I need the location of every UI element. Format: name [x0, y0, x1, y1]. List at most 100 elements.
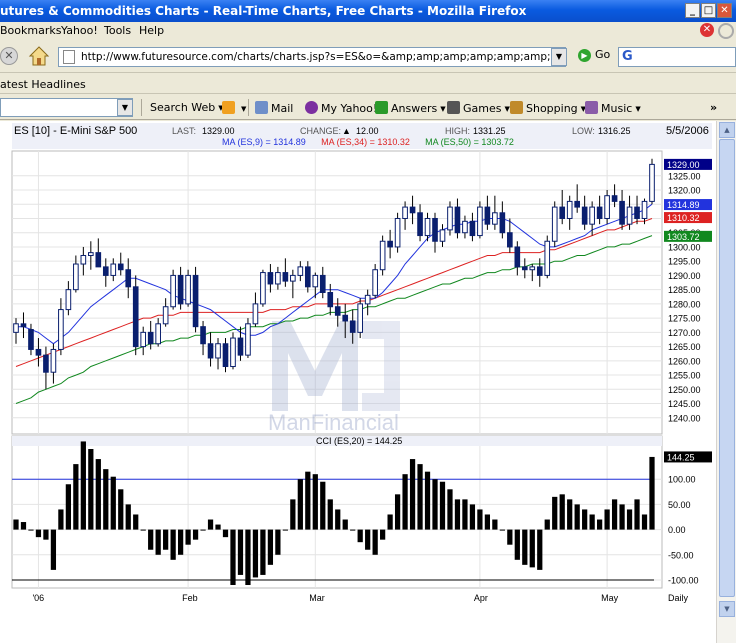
cci-title: CCI (ES,20) = 144.25	[316, 436, 402, 446]
candle-up	[312, 274, 319, 288]
candle-down	[125, 269, 132, 288]
cci-bar	[13, 519, 19, 530]
bookmark-latest-headlines[interactable]: atest Headlines	[0, 78, 86, 91]
minimize-button[interactable]: _	[685, 3, 700, 18]
price-tick-label: 1325.00	[668, 171, 701, 181]
url-dropdown-button[interactable]: ▼	[551, 48, 567, 66]
search-input[interactable]: G	[618, 47, 736, 67]
cci-bar	[80, 441, 86, 530]
candle-down	[469, 220, 476, 237]
cci-bar	[357, 529, 363, 543]
candle-up	[589, 206, 595, 225]
candle-up	[529, 266, 536, 271]
cci-bar	[297, 479, 303, 530]
vertical-scrollbar[interactable]: ▲ ▼	[716, 121, 736, 643]
url-input[interactable]: http://www.futuresource.com/charts/chart…	[58, 47, 566, 67]
candle-down	[559, 206, 566, 219]
cci-bar	[424, 471, 431, 530]
cci-bar	[387, 514, 393, 530]
go-button[interactable]: ▶ Go	[578, 48, 610, 62]
watermark-text: ManFinancial	[268, 410, 399, 435]
cci-bar	[350, 529, 356, 531]
last-label: LAST:	[172, 126, 196, 136]
mail-button[interactable]: Mail	[255, 101, 293, 115]
price-tick-label: 1280.00	[668, 299, 701, 309]
candle-up	[245, 323, 251, 356]
date-tick-label: Apr	[474, 593, 488, 603]
cci-bar	[118, 489, 124, 530]
shopping-label: Shopping	[526, 102, 578, 115]
my-yahoo-button[interactable]: My Yahoo!	[305, 101, 377, 115]
cci-bar	[634, 499, 640, 530]
home-icon[interactable]	[28, 45, 50, 67]
candle-down	[611, 195, 618, 202]
candle-up	[379, 240, 386, 271]
candle-down	[35, 348, 42, 356]
bookmarks-toolbar: atest Headlines	[0, 74, 736, 94]
cci-tick-label: -100.00	[668, 575, 699, 585]
close-button[interactable]: ✕	[717, 3, 732, 18]
menu-help[interactable]: Help	[139, 24, 164, 37]
answers-button[interactable]: Answers ▼	[375, 101, 446, 115]
music-button[interactable]: Music ▼	[585, 101, 641, 115]
candle-up	[364, 294, 371, 305]
low-value: 1316.25	[598, 126, 631, 136]
cci-bar	[58, 509, 64, 530]
music-icon	[585, 101, 598, 114]
menu-bar: Bookmarks Yahoo! Tools Help ✕	[0, 22, 736, 41]
legend-entry: MA (ES,50) = 1303.72	[425, 137, 514, 147]
toolbar-overflow-button[interactable]: »	[710, 101, 717, 114]
scroll-down-arrow-icon[interactable]: ▼	[719, 601, 735, 617]
scrollbar-thumb[interactable]	[719, 139, 735, 597]
yahoo-search-dropdown[interactable]: ▼	[117, 99, 133, 116]
search-web-button[interactable]: Search Web ▼	[150, 101, 224, 114]
menu-yahoo[interactable]: Yahoo!	[61, 24, 98, 37]
music-label: Music	[601, 102, 633, 115]
cci-bar	[73, 464, 79, 530]
candle-down	[282, 272, 289, 282]
high-value: 1331.25	[473, 126, 506, 136]
yahoo-search-input[interactable]	[0, 98, 133, 117]
url-text: http://www.futuresource.com/charts/chart…	[81, 51, 565, 63]
candle-up	[65, 289, 72, 311]
candle-down	[634, 206, 640, 219]
price-tick-label: 1240.00	[668, 413, 701, 423]
candle-down	[132, 286, 139, 348]
candle-down	[95, 252, 102, 268]
futures-chart: ES [10] - E-Mini S&P 500 LAST: 1329.00 C…	[0, 121, 716, 643]
menu-tools[interactable]: Tools	[104, 24, 131, 37]
candle-up	[185, 274, 191, 305]
candle-up	[439, 229, 446, 242]
cci-bar	[641, 514, 648, 530]
cci-bar	[342, 519, 348, 530]
cci-bar	[589, 514, 595, 530]
candle-down	[417, 212, 423, 237]
cci-bar	[559, 494, 565, 530]
cci-bar	[312, 474, 318, 530]
cci-bar	[35, 529, 42, 538]
cci-bar	[469, 504, 476, 530]
cci-bar	[110, 476, 116, 530]
candle-down	[596, 206, 603, 219]
cci-bar	[20, 522, 27, 530]
candle-up	[477, 206, 483, 237]
date-tick-label: '06	[32, 593, 44, 603]
candle-down	[619, 200, 625, 225]
cci-bar	[207, 519, 214, 530]
menu-bookmarks[interactable]: Bookmarks	[0, 24, 61, 37]
games-button[interactable]: Games ▼	[447, 101, 510, 115]
cci-bar	[260, 529, 266, 575]
close-tab-icon[interactable]: ✕	[700, 23, 714, 37]
scroll-up-arrow-icon[interactable]: ▲	[719, 122, 735, 138]
cci-bar	[380, 529, 386, 540]
maximize-button[interactable]: □	[701, 3, 716, 18]
candle-up	[88, 252, 94, 256]
page-icon	[63, 50, 75, 64]
highlight-button[interactable]: ▼	[222, 101, 246, 115]
shopping-button[interactable]: Shopping ▼	[510, 101, 586, 115]
stop-icon[interactable]: ✕	[0, 47, 18, 65]
candle-up	[402, 206, 408, 219]
cci-bar	[192, 529, 199, 540]
candle-up	[626, 206, 633, 225]
cci-bar	[177, 529, 184, 555]
